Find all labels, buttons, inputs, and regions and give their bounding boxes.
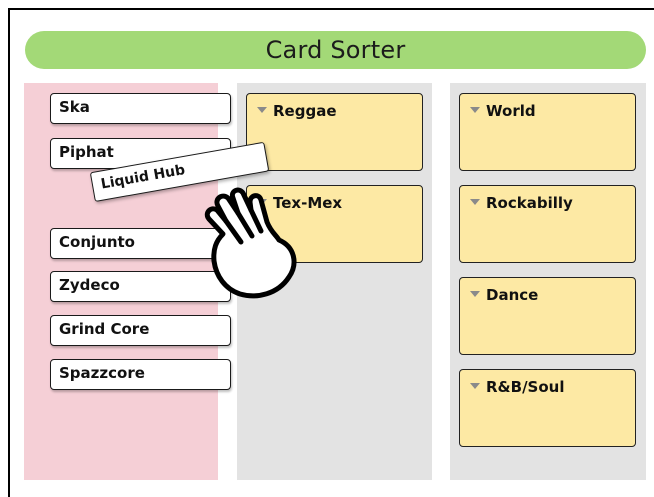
card-ska[interactable]: Ska	[50, 93, 231, 124]
group-reggae[interactable]: Reggae	[246, 93, 423, 171]
triangle-down-icon[interactable]	[257, 107, 267, 113]
group-column-b: World Rockabilly Dance R&B/Soul	[450, 83, 646, 480]
group-rnb-soul[interactable]: R&B/Soul	[459, 369, 636, 447]
group-label: Reggae	[273, 102, 337, 120]
group-dance[interactable]: Dance	[459, 277, 636, 355]
group-rockabilly[interactable]: Rockabilly	[459, 185, 636, 263]
group-label: Rockabilly	[486, 194, 573, 212]
triangle-down-icon[interactable]	[470, 199, 480, 205]
group-label: R&B/Soul	[486, 378, 565, 396]
triangle-down-icon[interactable]	[470, 107, 480, 113]
triangle-down-icon[interactable]	[470, 383, 480, 389]
triangle-down-icon[interactable]	[470, 291, 480, 297]
group-world[interactable]: World	[459, 93, 636, 171]
card-grind-core[interactable]: Grind Core	[50, 315, 231, 346]
grab-hand-icon	[204, 187, 297, 299]
card-spazzcore[interactable]: Spazzcore	[50, 359, 231, 390]
page-title: Card Sorter	[25, 31, 646, 69]
group-label: World	[486, 102, 536, 120]
source-column: Ska Piphat Conjunto Zydeco Grind Core Sp…	[24, 83, 231, 480]
group-label: Dance	[486, 286, 539, 304]
